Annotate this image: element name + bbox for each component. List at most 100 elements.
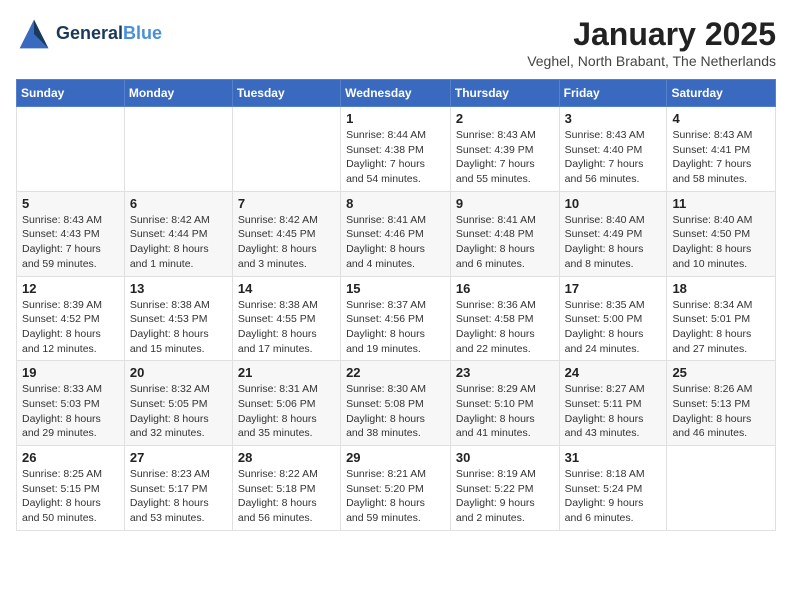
weekday-header-monday: Monday <box>124 80 232 107</box>
calendar-body: 1 Sunrise: 8:44 AM Sunset: 4:38 PM Daylig… <box>17 107 776 531</box>
calendar-cell: 2 Sunrise: 8:43 AM Sunset: 4:39 PM Daylig… <box>450 107 559 192</box>
calendar-cell: 12 Sunrise: 8:39 AM Sunset: 4:52 PM Dayli… <box>17 276 125 361</box>
calendar-cell: 10Sunrise: 8:40 AM Sunset: 4:49 PM Dayli… <box>559 191 667 276</box>
calendar-cell: 31 Sunrise: 8:18 AM Sunset: 5:24 PM Dayli… <box>559 446 667 531</box>
day-info: Sunrise: 8:44 AM Sunset: 4:38 PM Dayligh… <box>346 128 445 187</box>
calendar-cell: 23Sunrise: 8:29 AM Sunset: 5:10 PM Dayli… <box>450 361 559 446</box>
weekday-row: SundayMondayTuesdayWednesdayThursdayFrid… <box>17 80 776 107</box>
day-info: Sunrise: 8:41 AM Sunset: 4:48 PM Dayligh… <box>456 213 554 272</box>
day-number: 2 <box>456 111 554 126</box>
calendar-cell <box>232 107 340 192</box>
day-info: Sunrise: 8:26 AM Sunset: 5:13 PM Dayligh… <box>672 382 770 441</box>
month-title: January 2025 <box>527 16 776 53</box>
day-number: 22 <box>346 365 445 380</box>
day-info: Sunrise: 8:42 AM Sunset: 4:44 PM Dayligh… <box>130 213 227 272</box>
calendar-week-row: 12 Sunrise: 8:39 AM Sunset: 4:52 PM Dayli… <box>17 276 776 361</box>
day-info: Sunrise: 8:38 AM Sunset: 4:53 PM Dayligh… <box>130 298 227 357</box>
day-info: Sunrise: 8:33 AM Sunset: 5:03 PM Dayligh… <box>22 382 119 441</box>
day-number: 6 <box>130 196 227 211</box>
calendar-cell: 7Sunrise: 8:42 AM Sunset: 4:45 PM Daylig… <box>232 191 340 276</box>
day-number: 5 <box>22 196 119 211</box>
day-number: 29 <box>346 450 445 465</box>
calendar-cell: 14Sunrise: 8:38 AM Sunset: 4:55 PM Dayli… <box>232 276 340 361</box>
day-info: Sunrise: 8:41 AM Sunset: 4:46 PM Dayligh… <box>346 213 445 272</box>
day-number: 21 <box>238 365 335 380</box>
day-number: 24 <box>565 365 662 380</box>
day-info: Sunrise: 8:23 AM Sunset: 5:17 PM Dayligh… <box>130 467 227 526</box>
calendar-cell: 18Sunrise: 8:34 AM Sunset: 5:01 PM Dayli… <box>667 276 776 361</box>
day-info: Sunrise: 8:22 AM Sunset: 5:18 PM Dayligh… <box>238 467 335 526</box>
calendar-cell: 11 Sunrise: 8:40 AM Sunset: 4:50 PM Dayli… <box>667 191 776 276</box>
weekday-header-tuesday: Tuesday <box>232 80 340 107</box>
day-info: Sunrise: 8:37 AM Sunset: 4:56 PM Dayligh… <box>346 298 445 357</box>
calendar-table: SundayMondayTuesdayWednesdayThursdayFrid… <box>16 79 776 531</box>
calendar-cell: 6 Sunrise: 8:42 AM Sunset: 4:44 PM Daylig… <box>124 191 232 276</box>
weekday-header-saturday: Saturday <box>667 80 776 107</box>
day-info: Sunrise: 8:34 AM Sunset: 5:01 PM Dayligh… <box>672 298 770 357</box>
calendar-cell: 15 Sunrise: 8:37 AM Sunset: 4:56 PM Dayli… <box>341 276 451 361</box>
day-number: 25 <box>672 365 770 380</box>
day-info: Sunrise: 8:39 AM Sunset: 4:52 PM Dayligh… <box>22 298 119 357</box>
day-info: Sunrise: 8:30 AM Sunset: 5:08 PM Dayligh… <box>346 382 445 441</box>
day-info: Sunrise: 8:27 AM Sunset: 5:11 PM Dayligh… <box>565 382 662 441</box>
title-block: January 2025 Veghel, North Brabant, The … <box>527 16 776 69</box>
location-title: Veghel, North Brabant, The Netherlands <box>527 53 776 69</box>
day-info: Sunrise: 8:43 AM Sunset: 4:43 PM Dayligh… <box>22 213 119 272</box>
day-number: 15 <box>346 281 445 296</box>
day-info: Sunrise: 8:31 AM Sunset: 5:06 PM Dayligh… <box>238 382 335 441</box>
day-number: 20 <box>130 365 227 380</box>
calendar-cell: 26 Sunrise: 8:25 AM Sunset: 5:15 PM Dayli… <box>17 446 125 531</box>
calendar-cell: 27Sunrise: 8:23 AM Sunset: 5:17 PM Dayli… <box>124 446 232 531</box>
day-number: 30 <box>456 450 554 465</box>
day-info: Sunrise: 8:43 AM Sunset: 4:40 PM Dayligh… <box>565 128 662 187</box>
calendar-cell: 3 Sunrise: 8:43 AM Sunset: 4:40 PM Daylig… <box>559 107 667 192</box>
day-number: 19 <box>22 365 119 380</box>
weekday-header-sunday: Sunday <box>17 80 125 107</box>
day-info: Sunrise: 8:43 AM Sunset: 4:41 PM Dayligh… <box>672 128 770 187</box>
day-info: Sunrise: 8:36 AM Sunset: 4:58 PM Dayligh… <box>456 298 554 357</box>
calendar-cell: 4 Sunrise: 8:43 AM Sunset: 4:41 PM Daylig… <box>667 107 776 192</box>
calendar-cell: 13 Sunrise: 8:38 AM Sunset: 4:53 PM Dayli… <box>124 276 232 361</box>
day-info: Sunrise: 8:43 AM Sunset: 4:39 PM Dayligh… <box>456 128 554 187</box>
day-info: Sunrise: 8:40 AM Sunset: 4:50 PM Dayligh… <box>672 213 770 272</box>
day-number: 3 <box>565 111 662 126</box>
calendar-cell: 17Sunrise: 8:35 AM Sunset: 5:00 PM Dayli… <box>559 276 667 361</box>
day-info: Sunrise: 8:21 AM Sunset: 5:20 PM Dayligh… <box>346 467 445 526</box>
weekday-header-thursday: Thursday <box>450 80 559 107</box>
calendar-week-row: 1 Sunrise: 8:44 AM Sunset: 4:38 PM Daylig… <box>17 107 776 192</box>
calendar-week-row: 5 Sunrise: 8:43 AM Sunset: 4:43 PM Daylig… <box>17 191 776 276</box>
day-info: Sunrise: 8:32 AM Sunset: 5:05 PM Dayligh… <box>130 382 227 441</box>
day-number: 16 <box>456 281 554 296</box>
calendar-cell <box>124 107 232 192</box>
day-number: 13 <box>130 281 227 296</box>
day-info: Sunrise: 8:18 AM Sunset: 5:24 PM Dayligh… <box>565 467 662 526</box>
day-number: 11 <box>672 196 770 211</box>
calendar-cell: 24 Sunrise: 8:27 AM Sunset: 5:11 PM Dayli… <box>559 361 667 446</box>
day-number: 8 <box>346 196 445 211</box>
weekday-header-wednesday: Wednesday <box>341 80 451 107</box>
day-info: Sunrise: 8:19 AM Sunset: 5:22 PM Dayligh… <box>456 467 554 526</box>
calendar-cell: 5 Sunrise: 8:43 AM Sunset: 4:43 PM Daylig… <box>17 191 125 276</box>
calendar-cell: 8 Sunrise: 8:41 AM Sunset: 4:46 PM Daylig… <box>341 191 451 276</box>
calendar-cell: 21 Sunrise: 8:31 AM Sunset: 5:06 PM Dayli… <box>232 361 340 446</box>
calendar-week-row: 19 Sunrise: 8:33 AM Sunset: 5:03 PM Dayli… <box>17 361 776 446</box>
calendar-cell: 1 Sunrise: 8:44 AM Sunset: 4:38 PM Daylig… <box>341 107 451 192</box>
day-info: Sunrise: 8:29 AM Sunset: 5:10 PM Dayligh… <box>456 382 554 441</box>
calendar-cell: 16 Sunrise: 8:36 AM Sunset: 4:58 PM Dayli… <box>450 276 559 361</box>
day-info: Sunrise: 8:40 AM Sunset: 4:49 PM Dayligh… <box>565 213 662 272</box>
logo-icon <box>16 16 52 52</box>
day-info: Sunrise: 8:25 AM Sunset: 5:15 PM Dayligh… <box>22 467 119 526</box>
day-number: 1 <box>346 111 445 126</box>
calendar-cell: 25 Sunrise: 8:26 AM Sunset: 5:13 PM Dayli… <box>667 361 776 446</box>
calendar-cell: 28 Sunrise: 8:22 AM Sunset: 5:18 PM Dayli… <box>232 446 340 531</box>
day-number: 31 <box>565 450 662 465</box>
calendar-week-row: 26 Sunrise: 8:25 AM Sunset: 5:15 PM Dayli… <box>17 446 776 531</box>
logo-text: GeneralBlue <box>56 24 162 44</box>
calendar-cell: 29 Sunrise: 8:21 AM Sunset: 5:20 PM Dayli… <box>341 446 451 531</box>
calendar-cell: 22 Sunrise: 8:30 AM Sunset: 5:08 PM Dayli… <box>341 361 451 446</box>
day-number: 17 <box>565 281 662 296</box>
day-number: 12 <box>22 281 119 296</box>
day-number: 4 <box>672 111 770 126</box>
day-number: 28 <box>238 450 335 465</box>
day-number: 26 <box>22 450 119 465</box>
